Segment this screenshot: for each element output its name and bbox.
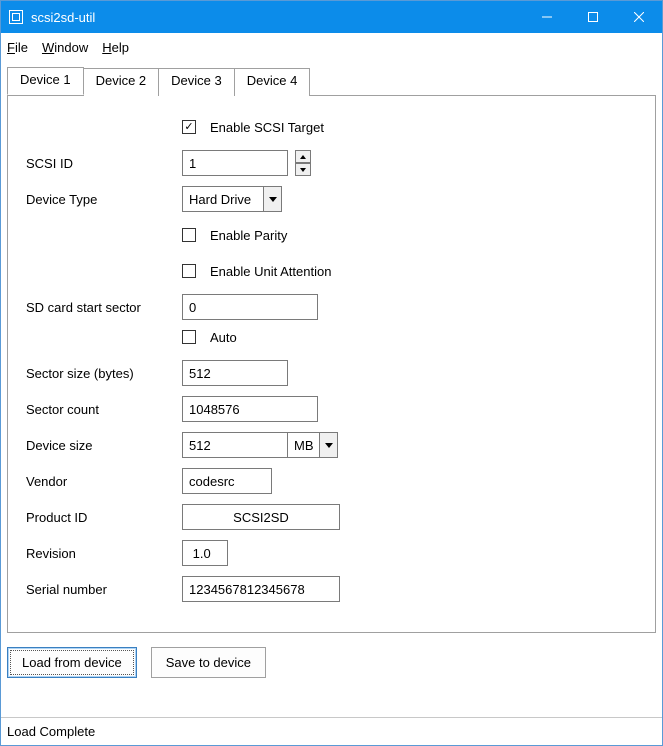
- scsi-id-label: SCSI ID: [22, 156, 182, 171]
- sd-start-sector-label: SD card start sector: [22, 300, 182, 315]
- enable-parity-label: Enable Parity: [210, 228, 287, 243]
- tab-panel: Enable SCSI Target SCSI ID Device Type: [7, 95, 656, 633]
- scsi-id-down[interactable]: [295, 163, 311, 176]
- enable-unit-attention-checkbox[interactable]: [182, 264, 196, 278]
- save-to-device-button[interactable]: Save to device: [151, 647, 266, 678]
- revision-label: Revision: [22, 546, 182, 561]
- app-icon: [9, 10, 23, 24]
- menu-bar: File Window Help: [1, 33, 662, 61]
- auto-checkbox[interactable]: [182, 330, 196, 344]
- scsi-id-spinner: [295, 150, 311, 176]
- device-size-unit-dropdown-icon[interactable]: [319, 433, 337, 457]
- product-id-label: Product ID: [22, 510, 182, 525]
- status-bar: Load Complete: [1, 717, 662, 745]
- menu-window[interactable]: Window: [42, 40, 88, 55]
- sd-start-sector-input[interactable]: [182, 294, 318, 320]
- device-size-label: Device size: [22, 438, 182, 453]
- enable-scsi-target-label: Enable SCSI Target: [210, 120, 324, 135]
- scsi-id-up[interactable]: [295, 150, 311, 163]
- title-bar: scsi2sd-util: [1, 1, 662, 33]
- sector-size-input[interactable]: [182, 360, 288, 386]
- serial-label: Serial number: [22, 582, 182, 597]
- menu-file[interactable]: File: [7, 40, 28, 55]
- minimize-button[interactable]: [524, 1, 570, 33]
- serial-input[interactable]: [182, 576, 340, 602]
- close-button[interactable]: [616, 1, 662, 33]
- vendor-input[interactable]: [182, 468, 272, 494]
- window-title: scsi2sd-util: [31, 10, 524, 25]
- tab-device-1[interactable]: Device 1: [7, 67, 84, 95]
- tab-device-2[interactable]: Device 2: [83, 68, 160, 96]
- device-type-label: Device Type: [22, 192, 182, 207]
- device-type-dropdown-icon[interactable]: [263, 187, 281, 211]
- product-id-input[interactable]: [182, 504, 340, 530]
- load-from-device-button[interactable]: Load from device: [7, 647, 137, 678]
- maximize-button[interactable]: [570, 1, 616, 33]
- sector-count-label: Sector count: [22, 402, 182, 417]
- device-size-input[interactable]: [182, 432, 288, 458]
- scsi-id-input[interactable]: [182, 150, 288, 176]
- revision-input[interactable]: [182, 540, 228, 566]
- vendor-label: Vendor: [22, 474, 182, 489]
- tab-strip: Device 1 Device 2 Device 3 Device 4: [7, 67, 656, 95]
- sector-count-input[interactable]: [182, 396, 318, 422]
- enable-unit-attention-label: Enable Unit Attention: [210, 264, 331, 279]
- enable-parity-checkbox[interactable]: [182, 228, 196, 242]
- tab-device-3[interactable]: Device 3: [158, 68, 235, 96]
- menu-help[interactable]: Help: [102, 40, 129, 55]
- auto-label: Auto: [210, 330, 237, 345]
- sector-size-label: Sector size (bytes): [22, 366, 182, 381]
- enable-scsi-target-checkbox[interactable]: [182, 120, 196, 134]
- tab-device-4[interactable]: Device 4: [234, 68, 311, 96]
